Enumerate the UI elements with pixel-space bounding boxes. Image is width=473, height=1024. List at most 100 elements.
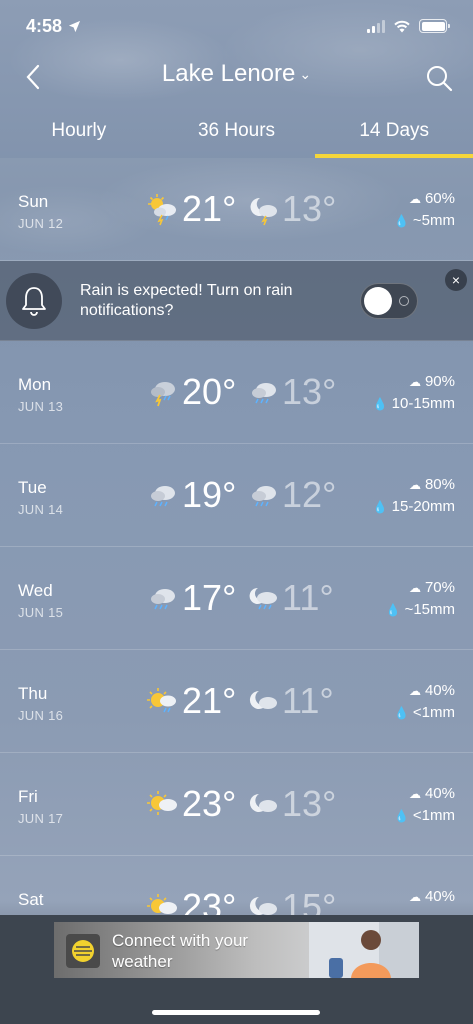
forecast-row[interactable]: Tue JUN 14 19° 12° ☁ 80% 💧 15-20mm	[0, 444, 473, 547]
day-date: JUN 16	[18, 708, 64, 723]
day-name: Tue	[18, 478, 47, 497]
ad-text: Connect with your weather	[112, 931, 249, 971]
rain-cloud-icon	[151, 486, 175, 507]
bell-button	[6, 273, 62, 329]
moon-cloud-icon	[249, 690, 277, 709]
weather-app-logo-icon	[66, 934, 100, 968]
tab-hourly[interactable]: Hourly	[0, 104, 158, 158]
sun-cloud-icon	[147, 894, 177, 914]
wifi-icon	[394, 20, 410, 32]
rain-cloud-icon	[151, 589, 175, 610]
day-name: Mon	[18, 375, 52, 394]
precip-chance: 40%	[424, 785, 455, 802]
forecast-row[interactable]: Sun JUN 12 21° 13° ☁ 60% 💧 ~5mm	[0, 158, 473, 261]
moon-rain-icon	[249, 587, 277, 610]
raindrop-icon: 💧	[385, 603, 401, 617]
precip-amount: ~5mm	[412, 212, 455, 229]
location-selector[interactable]: Lake Lenore ⌄	[0, 60, 473, 88]
clock-text: 4:58	[26, 15, 63, 36]
day-date: JUN 17	[18, 811, 64, 826]
low-temp: 15°	[282, 886, 337, 915]
precip-chance: 70%	[424, 579, 455, 596]
day-name: Thu	[18, 684, 48, 703]
low-temp: 11°	[282, 577, 334, 618]
precipitation: ☁ 60% 💧 ~5mm	[394, 188, 455, 232]
cloud-icon: ☁	[408, 787, 421, 801]
low-temp: 11°	[282, 680, 334, 721]
moon-cloud-icon	[249, 896, 277, 915]
status-indicators	[367, 19, 450, 33]
rain-notification-toggle[interactable]	[360, 283, 418, 319]
tab-14-days[interactable]: 14 Days	[315, 104, 473, 158]
moon-thunderstorm-icon	[250, 197, 277, 226]
high-temp: 20°	[182, 371, 237, 412]
precip-amount: <1mm	[412, 807, 455, 824]
cloud-icon: ☁	[408, 890, 421, 904]
day-name: Fri	[18, 787, 38, 806]
bottom-bar: Connect with your weather	[0, 915, 473, 1024]
precip-chance: 80%	[424, 476, 455, 493]
high-temp: 19°	[182, 474, 237, 515]
raindrop-icon: 💧	[393, 706, 409, 720]
precip-amount: 10-15mm	[391, 395, 455, 412]
status-bar: 4:58	[0, 0, 473, 52]
forecast-list[interactable]: Sun JUN 12 21° 13° ☁ 60% 💧 ~5mm Rain is …	[0, 158, 473, 915]
precip-chance: 40%	[424, 682, 455, 699]
bell-icon	[22, 287, 46, 316]
low-temp: 13°	[282, 783, 337, 824]
cloud-icon: ☁	[408, 684, 421, 698]
home-indicator[interactable]	[152, 1010, 320, 1015]
low-temp: 13°	[282, 371, 337, 412]
battery-icon	[419, 19, 450, 33]
tab-36-hours[interactable]: 36 Hours	[158, 104, 316, 158]
search-button[interactable]	[425, 64, 455, 94]
day-date: JUN 14	[18, 502, 64, 517]
moon-cloud-icon	[249, 793, 277, 812]
raindrop-icon: 💧	[393, 214, 409, 228]
precip-chance: 60%	[424, 190, 455, 207]
search-icon	[427, 66, 453, 92]
cloud-icon: ☁	[408, 192, 421, 206]
raindrop-icon: 💧	[372, 500, 388, 514]
forecast-row[interactable]: Mon JUN 13 20° 13° ☁ 90% 💧 10-15mm	[0, 341, 473, 444]
close-icon[interactable]: ×	[445, 269, 467, 291]
tab-bar: Hourly 36 Hours 14 Days	[0, 104, 473, 158]
sun-thunderstorm-icon	[148, 194, 176, 226]
forecast-row[interactable]: Wed JUN 15 17° 11° ☁ 70% 💧 ~15mm	[0, 547, 473, 650]
high-temp: 23°	[182, 886, 237, 915]
cloud-icon: ☁	[408, 375, 421, 389]
raindrop-icon: 💧	[393, 809, 409, 823]
precipitation: ☁ 90% 💧 10-15mm	[373, 371, 455, 415]
rain-cloud-icon	[252, 486, 276, 507]
raindrop-icon: 💧	[372, 397, 388, 411]
precipitation: ☁ 40% 💧 <1mm	[394, 783, 455, 827]
person-photo-icon	[309, 922, 419, 978]
low-temp: 12°	[282, 474, 337, 515]
cellular-signal-icon	[367, 19, 385, 33]
location-title: Lake Lenore	[161, 60, 296, 87]
cloud-icon: ☁	[408, 581, 421, 595]
nav-bar: Lake Lenore ⌄	[0, 52, 473, 102]
day-date: JUN 12	[18, 216, 64, 231]
ad-banner[interactable]: Connect with your weather	[54, 922, 419, 978]
day-date: JUN 15	[18, 605, 64, 620]
forecast-row[interactable]: Fri JUN 17 23° 13° ☁ 40% 💧 <1mm	[0, 753, 473, 856]
precip-amount: 15-20mm	[391, 498, 455, 515]
sun-cloud-icon	[147, 791, 177, 815]
precip-chance: 90%	[424, 373, 455, 390]
status-time: 4:58	[26, 16, 81, 37]
rain-cloud-icon	[252, 383, 276, 404]
high-temp: 21°	[182, 188, 237, 229]
forecast-row[interactable]: Sat 23° 15° ☁ 40%	[0, 856, 473, 915]
chevron-down-icon: ⌄	[299, 66, 312, 83]
precipitation: ☁ 40% 💧 <1mm	[394, 680, 455, 724]
thunderstorm-icon	[151, 382, 175, 407]
sun-rain-icon	[147, 688, 176, 713]
precipitation: ☁ 40%	[409, 886, 455, 908]
forecast-row[interactable]: Thu JUN 16 21° 11° ☁ 40% 💧 <1mm	[0, 650, 473, 753]
low-temp: 13°	[282, 188, 337, 229]
precipitation: ☁ 70% 💧 ~15mm	[386, 577, 455, 621]
location-arrow-icon	[68, 20, 81, 32]
precip-amount: ~15mm	[404, 601, 455, 618]
toggle-off-indicator	[399, 296, 409, 306]
